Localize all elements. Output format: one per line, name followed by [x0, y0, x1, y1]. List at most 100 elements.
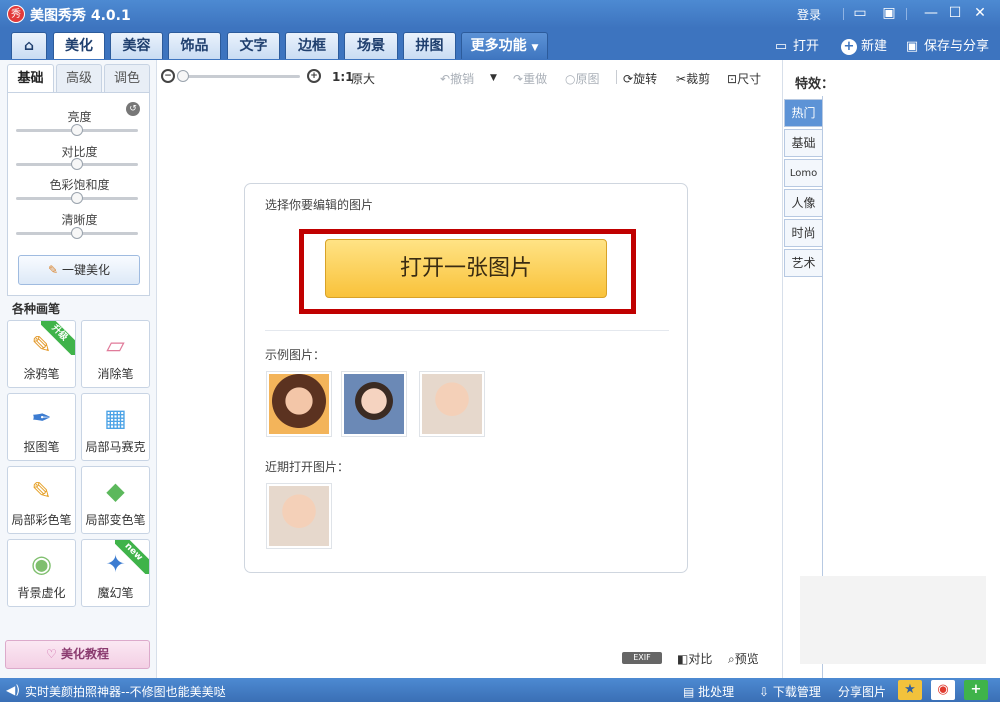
home-tab[interactable]: ⌂	[11, 32, 47, 59]
redo-icon: ↷	[513, 72, 524, 86]
contrast-slider[interactable]	[16, 158, 138, 170]
original-size-button[interactable]: 原大	[351, 70, 375, 87]
mosaic-brush-button[interactable]: ▦ 局部马赛克	[81, 393, 150, 461]
rotate-button[interactable]: ⟳旋转	[623, 70, 657, 87]
zoom-slider[interactable]	[177, 70, 300, 82]
fx-tab-art[interactable]: 艺术	[784, 249, 822, 277]
blur-icon: ◉	[31, 550, 52, 578]
tab-frame[interactable]: 边框	[285, 32, 339, 59]
doodle-brush-button[interactable]: ✎ 涂鸦笔 升级	[7, 320, 76, 388]
undo-button[interactable]: ↶撤销	[440, 70, 474, 87]
more-features-tab[interactable]: 更多功能 ▼	[461, 32, 548, 59]
zoom-out-icon[interactable]: −	[161, 69, 175, 83]
add-icon[interactable]: +	[964, 680, 988, 700]
folder-icon: ▭	[774, 39, 788, 54]
one-click-beautify-button[interactable]: ✎ 一键美化	[18, 255, 140, 285]
magic-brush-button[interactable]: ✦ 魔幻笔 new	[81, 539, 150, 607]
sharpness-slider[interactable]	[16, 227, 138, 239]
rotate-icon: ⟳	[623, 72, 634, 86]
batch-button[interactable]: ▤ 批处理	[683, 683, 734, 700]
contrast-label: 对比度	[61, 145, 98, 159]
redo-button[interactable]: ↷重做	[513, 70, 547, 87]
slider-thumb[interactable]	[71, 192, 83, 204]
undo-icon: ↶	[440, 72, 451, 86]
save-share-button[interactable]: ▣ 保存与分享	[904, 35, 989, 55]
divider	[843, 8, 844, 20]
exif-button[interactable]: EXIF	[622, 652, 662, 664]
zoom-slider-thumb[interactable]	[177, 70, 189, 82]
subtab-color[interactable]: 调色	[104, 64, 150, 93]
minimize-icon[interactable]: —	[922, 4, 940, 22]
new-badge: new	[115, 540, 149, 574]
tab-text[interactable]: 文字	[227, 32, 280, 59]
slider-thumb[interactable]	[71, 124, 83, 136]
cutout-brush-button[interactable]: ✒ 抠图笔	[7, 393, 76, 461]
tool-label: 魔幻笔	[97, 586, 134, 600]
resize-button[interactable]: ⊡尺寸	[727, 70, 761, 87]
chevron-down-icon: ▼	[531, 43, 539, 53]
new-button[interactable]: + 新建	[841, 35, 887, 55]
tab-scene[interactable]: 场景	[344, 32, 398, 59]
recent-image[interactable]	[266, 483, 332, 549]
batch-icon: ▤	[683, 685, 695, 699]
fx-tab-lomo[interactable]: Lomo	[784, 159, 822, 187]
preview-button[interactable]: ⌕预览	[728, 650, 759, 667]
sample-image[interactable]	[266, 371, 332, 437]
fx-tab-hot[interactable]: 热门	[784, 99, 822, 127]
recolor-brush-button[interactable]: ◆ 局部变色笔	[81, 466, 150, 534]
sample-image[interactable]	[341, 371, 407, 437]
compare-label: 对比	[688, 652, 713, 666]
sample-photo	[422, 374, 482, 434]
undo-history-dropdown-icon[interactable]: ▼	[490, 73, 497, 83]
tutorial-button[interactable]: ♡ 美化教程	[5, 640, 150, 669]
crop-button[interactable]: ✂裁剪	[676, 70, 710, 87]
tab-beautify[interactable]: 美化	[53, 32, 105, 59]
size-label: 尺寸	[737, 72, 762, 86]
tool-label: 背景虚化	[17, 586, 66, 600]
original-button[interactable]: ○原图	[565, 70, 600, 87]
badge-label: new	[115, 540, 149, 574]
zoom-in-icon[interactable]: +	[307, 69, 321, 83]
skin-icon[interactable]: ▣	[880, 4, 898, 22]
brightness-slider[interactable]	[16, 124, 138, 136]
compare-button[interactable]: ◧对比	[677, 650, 712, 667]
fx-tab-portrait[interactable]: 人像	[784, 189, 822, 217]
color-brush-button[interactable]: ✎ 局部彩色笔	[7, 466, 76, 534]
download-label: 下载管理	[772, 685, 821, 699]
fx-tab-fashion[interactable]: 时尚	[784, 219, 822, 247]
sample-image[interactable]	[419, 371, 485, 437]
saturation-label: 色彩饱和度	[49, 178, 110, 192]
eraser-brush-button[interactable]: ▱ 消除笔	[81, 320, 150, 388]
sample-photo	[344, 374, 404, 434]
background-blur-button[interactable]: ◉ 背景虚化	[7, 539, 76, 607]
subtab-basic[interactable]: 基础	[7, 64, 54, 93]
promo-link[interactable]: 实时美颜拍照神器--不修图也能美美哒	[25, 683, 226, 700]
slider-thumb[interactable]	[71, 158, 83, 170]
open-image-button[interactable]: 打开一张图片	[325, 239, 607, 298]
tab-accessories[interactable]: 饰品	[168, 32, 221, 59]
crop-label: 裁剪	[686, 72, 711, 86]
title-bar: 秀 美图秀秀 4.0.1 登录 ▭ ▣ — ☐ ✕	[0, 0, 1000, 28]
favorite-icon[interactable]: ★	[898, 680, 922, 700]
share-image-button[interactable]: 分享图片	[838, 683, 886, 700]
basic-adjust-box: ↺ 亮度 对比度 色彩饱和度 清晰度 ✎ 一键美化	[7, 92, 150, 296]
fx-tab-basic[interactable]: 基础	[784, 129, 822, 157]
open-button[interactable]: ▭ 打开	[773, 35, 819, 55]
tool-label: 涂鸦笔	[23, 367, 60, 381]
close-icon[interactable]: ✕	[971, 4, 989, 22]
login-link[interactable]: 登录	[797, 6, 821, 23]
weibo-icon[interactable]: ◉	[931, 680, 955, 700]
maximize-icon[interactable]: ☐	[946, 4, 964, 22]
subtab-advanced[interactable]: 高级	[56, 64, 102, 93]
workspace: 基础 高级 调色 ↺ 亮度 对比度 色彩饱和度 清晰度 ✎ 一键美化 各种画笔 …	[0, 60, 1000, 678]
download-manager-button[interactable]: ⇩ 下载管理	[759, 683, 821, 700]
left-panel: 基础 高级 调色 ↺ 亮度 对比度 色彩饱和度 清晰度 ✎ 一键美化 各种画笔 …	[0, 60, 157, 678]
effects-title: 特效：	[795, 77, 835, 92]
tab-face[interactable]: 美容	[110, 32, 163, 59]
tab-collage[interactable]: 拼图	[403, 32, 456, 59]
saturation-slider[interactable]	[16, 192, 138, 204]
slider-thumb[interactable]	[71, 227, 83, 239]
main-nav: ⌂ 美化 美容 饰品 文字 边框 场景 拼图 更多功能 ▼ ▭ 打开 + 新建 ▣ 保…	[0, 28, 1000, 60]
recent-photo	[269, 486, 329, 546]
feedback-icon[interactable]: ▭	[851, 4, 869, 22]
